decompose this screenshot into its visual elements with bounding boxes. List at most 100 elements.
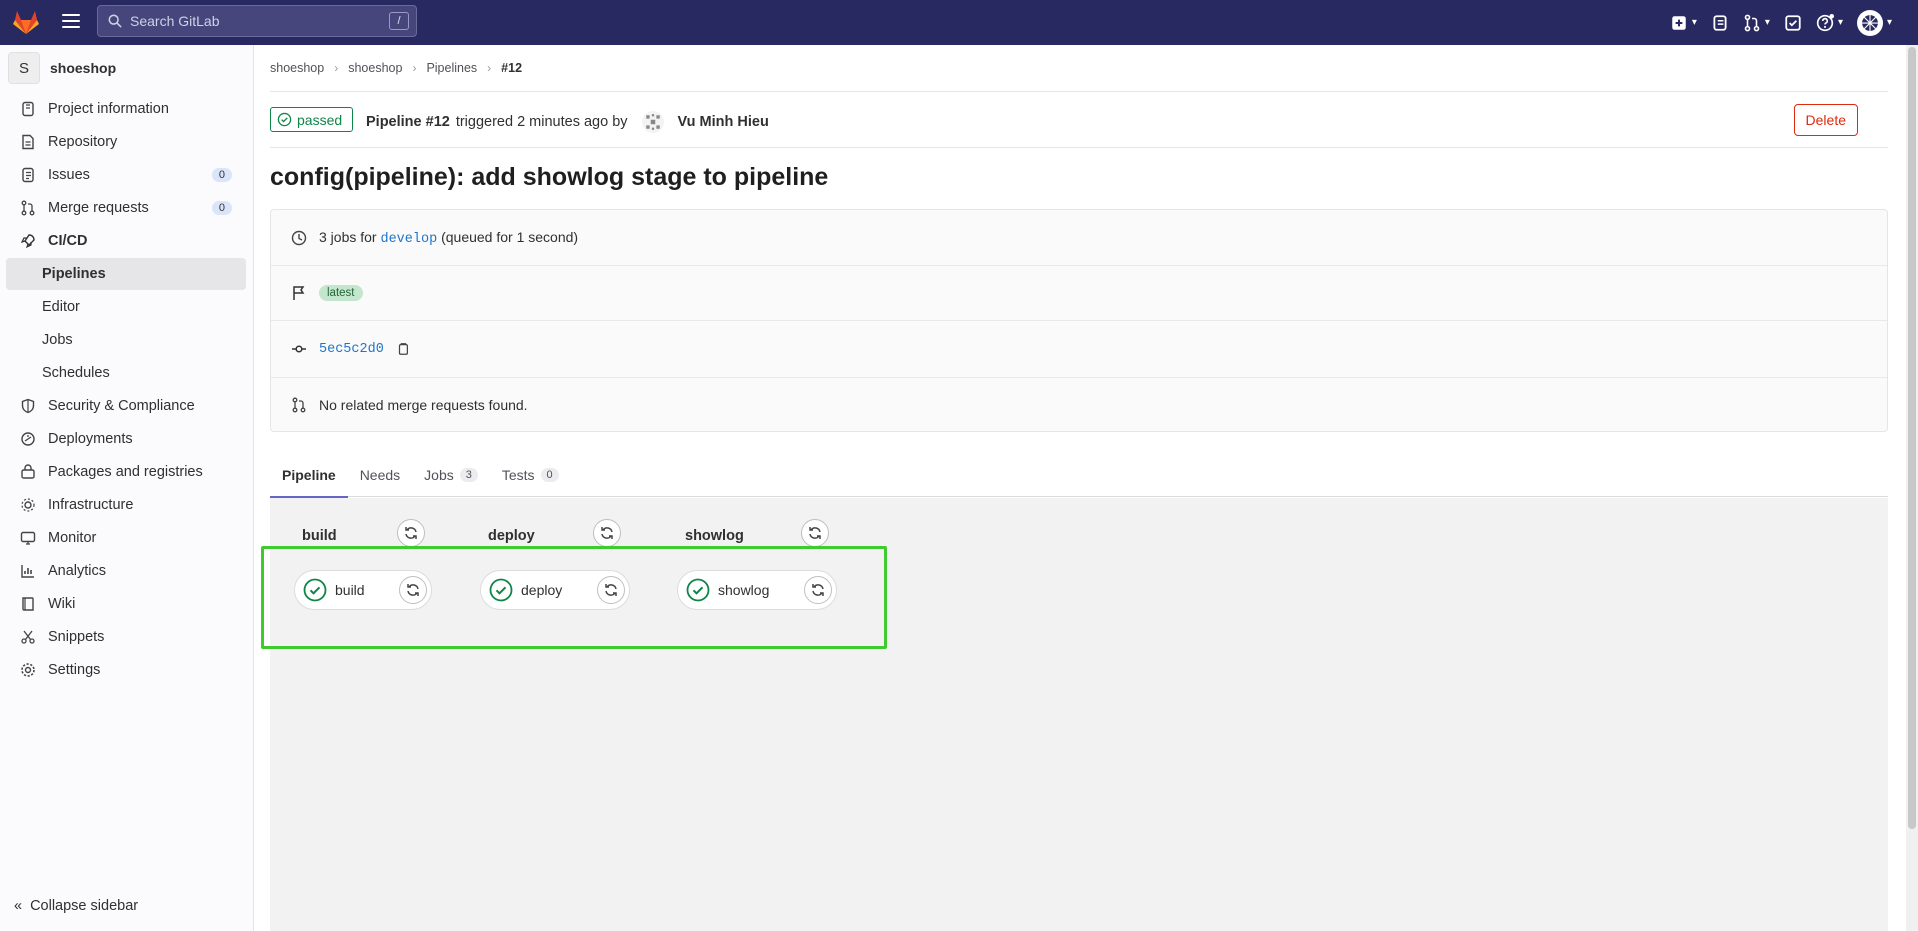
tab-tests[interactable]: Tests 0 xyxy=(490,453,571,497)
sidebar-item-label: Snippets xyxy=(48,629,105,645)
tab-count-badge: 0 xyxy=(540,468,559,482)
flag-icon xyxy=(293,286,305,300)
project-sidebar: S shoeshop Project information Repositor… xyxy=(0,45,254,931)
pipeline-header: Pipeline #12 triggered 2 minutes ago by … xyxy=(366,111,769,133)
jobs-info-text: 3 jobs for develop (queued for 1 second) xyxy=(319,229,578,247)
user-avatar xyxy=(1856,9,1883,36)
divider xyxy=(270,91,1888,92)
merge-requests-row: No related merge requests found. xyxy=(271,377,1887,432)
rocket-icon xyxy=(20,234,35,249)
sidebar-subitem-editor[interactable]: Editor xyxy=(6,291,246,323)
sidebar-item-monitor[interactable]: Monitor xyxy=(6,522,246,554)
sidebar-item-label: Wiki xyxy=(48,596,76,612)
delete-button[interactable]: Delete xyxy=(1793,104,1858,136)
sidebar-item-label: Pipelines xyxy=(42,266,106,282)
commit-sha-link[interactable]: 5ec5c2d0 xyxy=(319,342,384,357)
pipeline-status-badge[interactable]: passed xyxy=(270,107,354,132)
status-label: passed xyxy=(297,111,343,128)
sidebar-item-issues[interactable]: Issues 0 xyxy=(6,159,246,191)
retry-icon xyxy=(405,527,417,539)
user-menu-button[interactable]: ▾ xyxy=(1856,9,1892,36)
merge-requests-count-badge: 0 xyxy=(211,201,232,215)
pipeline-id: Pipeline #12 xyxy=(366,114,450,130)
clock-icon xyxy=(291,230,307,245)
sidebar-item-deployments[interactable]: Deployments xyxy=(6,423,246,455)
tab-count-badge: 3 xyxy=(459,468,478,482)
chevron-right-icon: › xyxy=(412,61,417,75)
sidebar-item-project-information[interactable]: Project information xyxy=(6,93,246,125)
breadcrumb-item[interactable]: shoeshop xyxy=(348,61,402,75)
shield-icon xyxy=(21,398,35,414)
collapse-sidebar-button[interactable]: « Collapse sidebar xyxy=(14,898,138,914)
sidebar-item-wiki[interactable]: Wiki xyxy=(6,588,246,620)
gear-icon xyxy=(21,663,35,677)
chart-icon xyxy=(21,565,34,578)
jobs-count-text: 3 jobs for xyxy=(319,228,377,245)
sidebar-subitem-pipelines[interactable]: Pipelines xyxy=(6,258,246,290)
todo-check-icon xyxy=(1785,14,1801,31)
badges-row: latest xyxy=(271,265,1887,320)
stage-retry-button[interactable] xyxy=(801,519,829,547)
sidebar-item-label: Packages and registries xyxy=(48,464,203,480)
stage-retry-button[interactable] xyxy=(397,519,425,547)
sidebar-item-analytics[interactable]: Analytics xyxy=(6,555,246,587)
sidebar-item-repository[interactable]: Repository xyxy=(6,126,246,158)
branch-link[interactable]: develop xyxy=(380,232,437,247)
sidebar-item-label: Project information xyxy=(48,101,169,117)
tab-needs[interactable]: Needs xyxy=(348,453,412,497)
sidebar-item-label: Settings xyxy=(48,662,101,678)
help-button[interactable]: ▾ xyxy=(1816,13,1843,32)
tab-label: Needs xyxy=(359,467,401,483)
merge-requests-button[interactable]: ▾ xyxy=(1743,14,1770,32)
tab-label: Tests xyxy=(501,467,535,483)
sidebar-item-label: Monitor xyxy=(48,530,97,546)
breadcrumb-item-current[interactable]: #12 xyxy=(501,61,522,75)
chevron-down-icon: ▾ xyxy=(1886,17,1892,28)
copy-icon[interactable] xyxy=(396,342,410,356)
sidebar-item-merge-requests[interactable]: Merge requests 0 xyxy=(6,192,246,224)
commit-row: 5ec5c2d0 xyxy=(271,320,1887,377)
issues-button[interactable] xyxy=(1711,14,1729,32)
page-scrollbar[interactable] xyxy=(1906,45,1918,931)
user-avatar[interactable] xyxy=(641,111,664,133)
breadcrumb-item[interactable]: shoeshop xyxy=(270,61,324,75)
stage-retry-button[interactable] xyxy=(593,519,621,547)
sidebar-item-security-compliance[interactable]: Security & Compliance xyxy=(6,390,246,422)
sidebar-item-label: Analytics xyxy=(48,563,107,579)
merge-requests-text: No related merge requests found. xyxy=(319,397,528,413)
gitlab-logo-icon[interactable] xyxy=(12,9,40,35)
sidebar-subitem-schedules[interactable]: Schedules xyxy=(6,357,246,389)
chevron-right-icon: › xyxy=(334,61,339,75)
search-input[interactable]: Search GitLab / xyxy=(97,5,417,37)
help-icon xyxy=(1816,13,1834,31)
chevron-down-icon: ▾ xyxy=(1837,17,1843,28)
tab-jobs[interactable]: Jobs 3 xyxy=(412,453,490,497)
merge-request-icon xyxy=(21,200,35,216)
scissors-icon xyxy=(21,630,35,644)
todos-button[interactable] xyxy=(1784,14,1802,32)
sidebar-subitem-jobs[interactable]: Jobs xyxy=(6,324,246,356)
sidebar-item-cicd[interactable]: CI/CD xyxy=(6,225,246,257)
search-shortcut-hint: / xyxy=(389,12,409,30)
latest-badge: latest xyxy=(319,285,363,301)
user-name-link[interactable]: Vu Minh Hieu xyxy=(678,114,769,130)
search-placeholder: Search GitLab xyxy=(130,13,220,29)
sidebar-item-settings[interactable]: Settings xyxy=(6,654,246,686)
triggered-text: triggered 2 minutes ago by xyxy=(455,114,628,130)
project-name: shoeshop xyxy=(50,60,117,76)
sidebar-item-snippets[interactable]: Snippets xyxy=(6,621,246,653)
menu-icon[interactable] xyxy=(62,14,80,30)
tab-pipeline[interactable]: Pipeline xyxy=(270,453,348,498)
scrollbar-thumb[interactable] xyxy=(1908,47,1916,829)
chevron-down-icon: ▾ xyxy=(1691,17,1697,28)
sidebar-item-infrastructure[interactable]: Infrastructure xyxy=(6,489,246,521)
sidebar-item-label: CI/CD xyxy=(48,233,88,249)
sidebar-item-packages-registries[interactable]: Packages and registries xyxy=(6,456,246,488)
issues-count-badge: 0 xyxy=(211,168,232,182)
package-icon xyxy=(21,464,35,479)
monitor-icon xyxy=(20,531,36,545)
project-context-link[interactable]: S shoeshop xyxy=(8,52,116,84)
create-new-button[interactable]: ▾ xyxy=(1670,14,1697,32)
deployments-icon xyxy=(21,432,35,446)
breadcrumb-item[interactable]: Pipelines xyxy=(426,61,477,75)
